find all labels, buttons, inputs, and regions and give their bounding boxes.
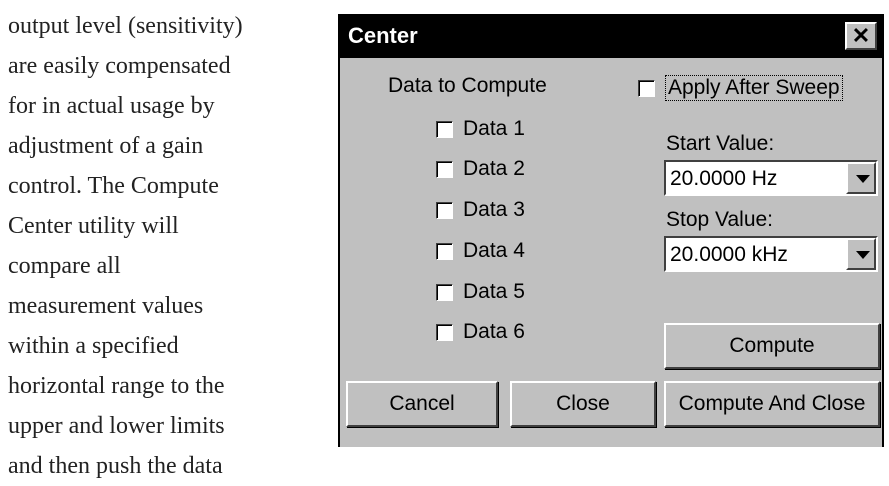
compute-and-close-label-part: nd Close [782,392,866,415]
text-line: adjustment of a gain [8,133,204,159]
dialog-title: Center [348,23,418,48]
cancel-button[interactable]: Cancel [346,381,498,427]
stop-value-dropdown-button[interactable] [846,238,876,270]
data-to-compute-label: Data to Compute [388,74,547,97]
data-1-checkbox-row[interactable]: Data 1 [436,116,525,142]
apply-after-sweep-label[interactable]: Apply After Sweep [665,75,843,101]
data-6-checkbox-row[interactable]: Data 6 [436,319,525,345]
compute-label-part: te [797,334,815,357]
cancel-label-part: ancel [404,392,455,415]
compute-and-close-label-accel: A [768,392,783,415]
close-label-accel: o [575,392,588,415]
start-value-label: Start Value: [666,132,775,155]
text-line: upper and lower limits [8,413,225,439]
stop-value-label: Stop Value: [666,208,774,231]
stop-value-text: 20.0000 kHz [670,243,788,266]
data-6-label[interactable]: Data 6 [463,320,525,344]
data-1-label[interactable]: Data 1 [463,117,525,141]
text-line: control. The Compute [8,173,219,199]
manual-text: output level (sensitivity) are easily co… [8,6,328,486]
close-button[interactable]: Close [510,381,656,427]
compute-label-part: Comp [729,334,786,357]
data-4-checkbox[interactable] [436,242,453,260]
start-value-dropdown[interactable]: 20.0000 Hz [664,160,878,196]
start-value-dropdown-button[interactable] [846,162,876,194]
start-value-text: 20.0000 Hz [670,167,778,190]
center-dialog: Center ✕ Data to Compute Data 1 Data 2 D… [338,14,884,447]
apply-after-sweep-row[interactable]: Apply After Sweep [638,75,843,101]
compute-label-accel: u [785,334,798,357]
text-line: horizontal range to the [8,373,225,399]
stop-value-dropdown[interactable]: 20.0000 kHz [664,236,878,272]
text-line: compare all [8,253,121,279]
data-6-checkbox[interactable] [436,323,453,341]
cancel-label-accel: C [389,392,405,415]
close-label-part: se [587,392,610,415]
data-2-label[interactable]: Data 2 [463,157,525,181]
title-bar[interactable]: Center ✕ [340,16,882,58]
apply-after-sweep-checkbox[interactable] [638,79,655,97]
data-5-checkbox[interactable] [436,283,453,301]
text-line: within a specified [8,333,179,359]
text-line: Center utility will [8,213,179,239]
data-1-checkbox[interactable] [436,120,453,138]
text-line: for in actual usage by [8,93,215,119]
close-label-part: Cl [556,392,576,415]
data-4-label[interactable]: Data 4 [463,239,525,263]
close-icon[interactable]: ✕ [845,22,877,50]
chevron-down-icon [856,175,870,183]
text-line: measurement values [8,293,204,319]
data-2-checkbox[interactable] [436,160,453,178]
compute-and-close-button[interactable]: Compute And Close [664,381,880,427]
data-5-label[interactable]: Data 5 [463,280,525,304]
data-4-checkbox-row[interactable]: Data 4 [436,238,525,264]
text-line: and then push the data [8,453,223,479]
compute-button[interactable]: Compute [664,323,880,369]
chevron-down-icon [856,251,870,259]
data-3-label[interactable]: Data 3 [463,198,525,222]
data-3-checkbox-row[interactable]: Data 3 [436,197,525,223]
data-3-checkbox[interactable] [436,201,453,219]
compute-and-close-label-part: Compute [678,392,769,415]
data-5-checkbox-row[interactable]: Data 5 [436,279,525,305]
data-2-checkbox-row[interactable]: Data 2 [436,156,525,182]
text-line: are easily compensated [8,53,231,79]
text-line: output level (sensitivity) [8,13,243,39]
